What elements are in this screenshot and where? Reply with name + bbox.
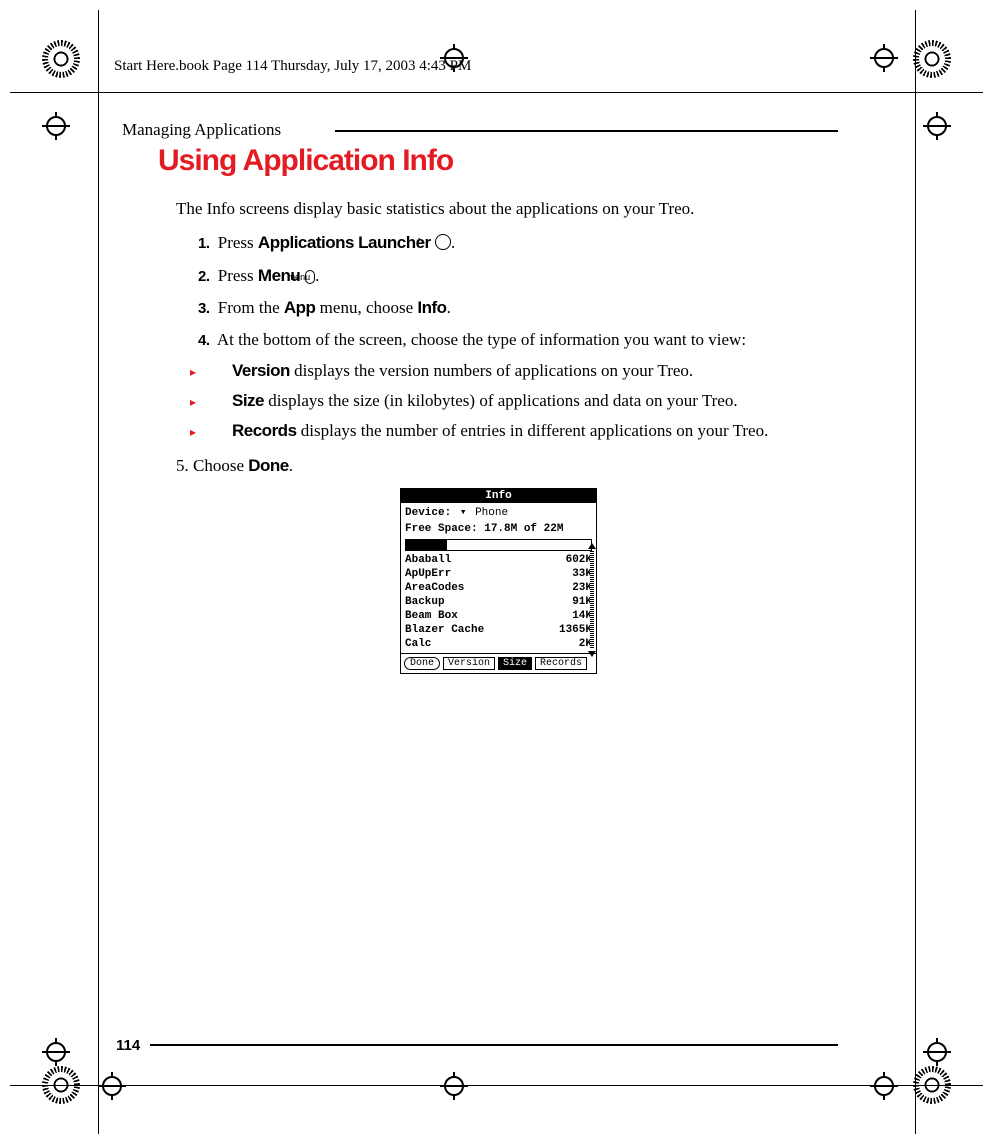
free-space-label: Free Space: 17.8M of 22M — [401, 521, 596, 537]
footer-rule — [150, 1044, 838, 1046]
info-dialog-screenshot: Info Device: Phone Free Space: 17.8M of … — [400, 488, 597, 674]
crosshair-icon — [870, 1072, 898, 1100]
list-item: Beam Box14K — [405, 609, 592, 623]
crop-ornament-tr — [913, 40, 951, 78]
list-item: Ababall602K — [405, 553, 592, 567]
list-item: ApUpErr33K — [405, 567, 592, 581]
bullet-size: Size displays the size (in kilobytes) of… — [234, 388, 833, 414]
step-3: 3. From the App menu, choose Info. — [198, 295, 833, 321]
menu-key-icon: menu — [305, 270, 316, 284]
tab-records: Records — [535, 657, 587, 670]
crosshair-icon — [42, 1038, 70, 1066]
usage-bar — [405, 539, 592, 551]
list-item: AreaCodes23K — [405, 581, 592, 595]
page-number: 114 — [116, 1037, 140, 1054]
dropdown-icon — [458, 507, 469, 519]
step-4: 4. At the bottom of the screen, choose t… — [198, 327, 833, 444]
step-2: 2. Press Menu menu. — [198, 263, 833, 289]
list-item: Backup91K — [405, 595, 592, 609]
device-row: Device: Phone — [401, 503, 596, 521]
body-content: The Info screens display basic statistic… — [176, 196, 833, 479]
list-item: Calc2K — [405, 637, 592, 651]
scrollbar — [589, 549, 595, 651]
running-header: Start Here.book Page 114 Thursday, July … — [114, 58, 471, 75]
done-button: Done — [404, 657, 440, 670]
intro-paragraph: The Info screens display basic statistic… — [176, 196, 833, 222]
section-label: Managing Applications — [122, 120, 281, 140]
step-1: 1. Press Applications Launcher . — [198, 230, 833, 256]
home-icon — [435, 234, 451, 250]
tab-size: Size — [498, 657, 532, 670]
crosshair-icon — [98, 1072, 126, 1100]
crosshair-icon — [42, 112, 70, 140]
crop-line-right — [915, 10, 916, 1134]
crop-line-left — [98, 10, 99, 1134]
dialog-title: Info — [401, 489, 596, 503]
crosshair-icon — [440, 1072, 468, 1100]
crop-line-top — [10, 92, 983, 93]
section-rule — [335, 130, 838, 132]
crosshair-icon — [870, 44, 898, 72]
bullet-records: Records displays the number of entries i… — [234, 418, 833, 444]
tab-version: Version — [443, 657, 495, 670]
crop-line-bottom — [10, 1085, 983, 1086]
crosshair-icon — [923, 1038, 951, 1066]
page-heading: Using Application Info — [158, 144, 453, 178]
crop-ornament-tl — [42, 40, 80, 78]
list-item: Blazer Cache1365K — [405, 623, 592, 637]
crosshair-icon — [923, 112, 951, 140]
step-5: 5. Choose Done. — [176, 453, 833, 479]
dialog-buttons: Done Version Size Records — [401, 653, 596, 673]
app-list: Ababall602K ApUpErr33K AreaCodes23K Back… — [401, 553, 596, 653]
bullet-version: Version displays the version numbers of … — [234, 358, 833, 384]
